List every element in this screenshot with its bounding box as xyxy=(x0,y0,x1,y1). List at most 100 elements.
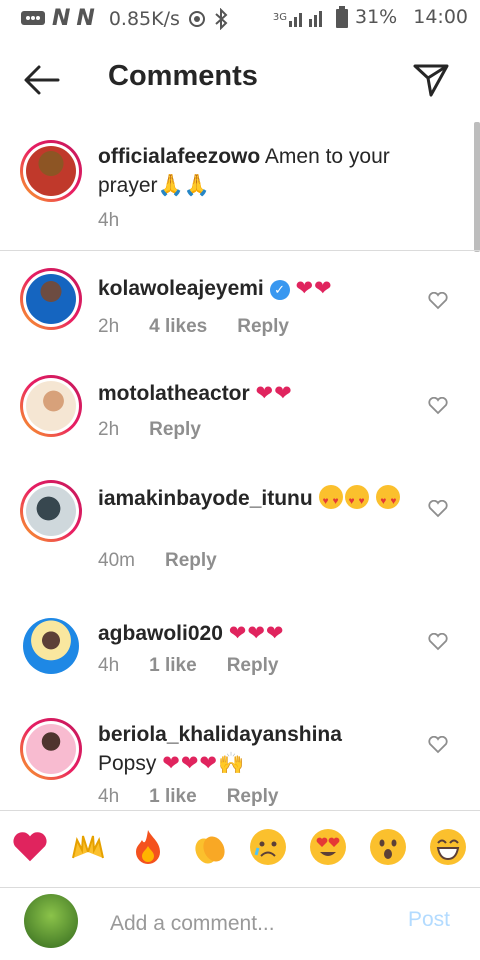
heart-outline-icon[interactable] xyxy=(428,633,448,651)
comment-meta: 4h 1 like Reply xyxy=(98,786,278,808)
back-button[interactable] xyxy=(22,62,62,98)
raised-hands-icon xyxy=(72,835,104,859)
heart-eyes-emoji-button[interactable] xyxy=(308,827,348,867)
reply-button[interactable]: Reply xyxy=(227,655,279,677)
laughing-face-icon xyxy=(430,829,466,865)
hearts-emoji: ❤❤❤ xyxy=(162,752,219,775)
bluetooth-icon xyxy=(214,7,228,30)
page-title: Comments xyxy=(108,60,258,92)
comment-meta: 40m Reply xyxy=(98,550,217,572)
timestamp: 4h xyxy=(98,210,120,231)
heart-eyes-emoji-icon xyxy=(344,485,369,516)
hotspot-icon xyxy=(186,8,208,30)
timestamp: 4h xyxy=(98,786,120,807)
comments-list: officialafeezowo Amen to your prayer🙏🙏 4… xyxy=(0,120,480,810)
fire-emoji-button[interactable] xyxy=(128,827,168,867)
likes-count[interactable]: 1 like xyxy=(149,786,197,808)
heart-outline-icon[interactable] xyxy=(428,736,448,754)
header: Comments xyxy=(0,40,480,120)
comment-text: iamakinbayode_itunu xyxy=(98,484,428,516)
list-item: kolawoleajeyemi ✓ ❤❤ 2h 4 likes Reply xyxy=(0,268,480,358)
caption-item: officialafeezowo Amen to your prayer🙏🙏 4… xyxy=(0,140,480,250)
comment-text: kolawoleajeyemi ✓ ❤❤ xyxy=(98,274,428,303)
avatar[interactable] xyxy=(20,140,82,202)
comment-meta: 4h 1 like Reply xyxy=(98,655,278,677)
fire-icon xyxy=(136,830,160,864)
heart-eyes-emoji-icon xyxy=(376,485,401,516)
comment-meta: 2h 4 likes Reply xyxy=(98,316,289,338)
list-item: motolatheactor ❤❤ 2h Reply xyxy=(0,375,480,465)
caption-text: officialafeezowo Amen to your prayer🙏🙏 xyxy=(98,142,428,200)
clapping-hands-emoji-button[interactable] xyxy=(190,827,230,867)
my-avatar[interactable] xyxy=(24,894,78,948)
battery-icon xyxy=(335,6,349,28)
n-notification-icon-2: N xyxy=(76,6,95,31)
reply-button[interactable]: Reply xyxy=(165,550,217,572)
avatar[interactable] xyxy=(20,375,82,437)
hearts-emoji: ❤❤ xyxy=(255,382,293,405)
username[interactable]: kolawoleajeyemi xyxy=(98,277,264,300)
comment-body: Popsy xyxy=(98,752,157,775)
crying-face-icon xyxy=(250,829,286,865)
battery-level: 31% xyxy=(355,6,398,28)
divider xyxy=(0,250,480,251)
avatar[interactable] xyxy=(20,268,82,330)
n-notification-icon: N xyxy=(52,6,71,31)
timestamp: 40m xyxy=(98,550,135,571)
timestamp: 2h xyxy=(98,419,120,440)
reply-button[interactable]: Reply xyxy=(227,786,279,808)
emoji-bar xyxy=(0,810,480,888)
avatar[interactable] xyxy=(20,480,82,542)
timestamp: 4h xyxy=(98,655,120,676)
username[interactable]: agbawoli020 xyxy=(98,622,223,645)
network-speed: 0.85K/s xyxy=(108,7,180,30)
comment-meta: 2h Reply xyxy=(98,419,201,441)
surprised-face-icon xyxy=(370,829,406,865)
comment-input[interactable] xyxy=(108,906,392,942)
comment-composer: Post xyxy=(0,886,480,960)
avatar[interactable] xyxy=(20,718,82,780)
share-button[interactable] xyxy=(410,60,452,100)
surprised-face-emoji-button[interactable] xyxy=(368,827,408,867)
hearts-emoji: ❤❤ xyxy=(295,277,333,300)
comment-text: agbawoli020 ❤❤❤ xyxy=(98,619,428,648)
reply-button[interactable]: Reply xyxy=(149,419,201,441)
heart-outline-icon[interactable] xyxy=(428,500,448,518)
username[interactable]: motolatheactor xyxy=(98,382,250,405)
list-item: beriola_khalidayanshina Popsy ❤❤❤🙌 4h 1 … xyxy=(0,718,480,810)
heart-icon xyxy=(13,832,47,862)
username[interactable]: officialafeezowo xyxy=(98,145,260,168)
signal-icon xyxy=(289,7,329,27)
back-arrow-icon xyxy=(24,65,60,95)
heart-emoji-button[interactable] xyxy=(10,827,50,867)
username[interactable]: beriola_khalidayanshina xyxy=(98,723,342,746)
caption-meta: 4h xyxy=(98,210,119,232)
likes-count[interactable]: 1 like xyxy=(149,655,197,677)
likes-count[interactable]: 4 likes xyxy=(149,316,207,338)
clock: 14:00 xyxy=(413,6,468,28)
comment-text: motolatheactor ❤❤ xyxy=(98,379,428,408)
post-button[interactable]: Post xyxy=(408,908,450,932)
clapping-hands-icon xyxy=(195,836,225,864)
raised-hands-emoji: 🙌 xyxy=(218,752,245,775)
network-type: 3G xyxy=(272,11,287,23)
heart-outline-icon[interactable] xyxy=(428,292,448,310)
heart-eyes-emoji-icon xyxy=(318,485,343,516)
status-bar: N N 0.85K/s 3G 31% 14:00 xyxy=(0,0,480,38)
crying-face-emoji-button[interactable] xyxy=(248,827,288,867)
heart-outline-icon[interactable] xyxy=(428,397,448,415)
pray-emoji: 🙏🙏 xyxy=(157,174,210,197)
verified-badge-icon: ✓ xyxy=(269,280,290,300)
reply-button[interactable]: Reply xyxy=(237,316,289,338)
timestamp: 2h xyxy=(98,316,120,337)
raised-hands-emoji-button[interactable] xyxy=(68,827,108,867)
status-left: N N 0.85K/s xyxy=(20,6,228,31)
heart-eyes-face-icon xyxy=(310,829,346,865)
hearts-emoji: ❤❤❤ xyxy=(228,622,285,645)
avatar[interactable] xyxy=(20,615,82,677)
comment-text: beriola_khalidayanshina Popsy ❤❤❤🙌 xyxy=(98,720,428,778)
message-icon xyxy=(20,9,46,29)
username[interactable]: iamakinbayode_itunu xyxy=(98,487,313,510)
laughing-face-emoji-button[interactable] xyxy=(428,827,468,867)
list-item: agbawoli020 ❤❤❤ 4h 1 like Reply xyxy=(0,615,480,705)
